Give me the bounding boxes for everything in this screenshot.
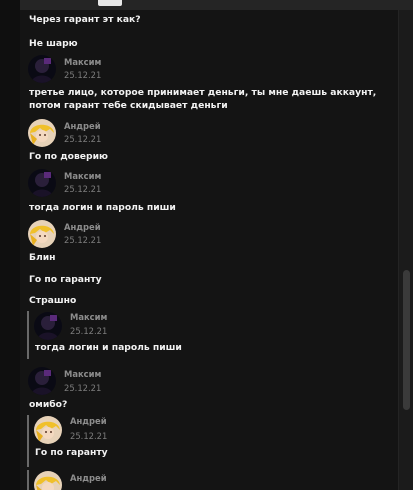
message-date: 25.12.21 bbox=[64, 235, 102, 245]
quote-avatar[interactable] bbox=[34, 471, 62, 490]
anime-blonde-avatar-icon bbox=[28, 220, 56, 248]
message-text: Го по гаранту bbox=[29, 274, 102, 285]
message-text: Не шарю bbox=[29, 38, 78, 49]
message-author[interactable]: Максим bbox=[64, 369, 101, 379]
message-text: тогда логин и пароль пиши bbox=[29, 202, 176, 213]
message-author[interactable]: Андрей bbox=[64, 121, 101, 131]
message-date: 25.12.21 bbox=[64, 383, 102, 393]
message-text: омибо? bbox=[29, 399, 68, 410]
dark-figure-avatar-icon bbox=[28, 367, 56, 395]
message-date: 25.12.21 bbox=[64, 184, 102, 194]
message-date: 25.12.21 bbox=[64, 134, 102, 144]
quote-bar bbox=[27, 311, 29, 359]
quote-bar bbox=[27, 415, 29, 467]
top-bar bbox=[20, 0, 413, 10]
anime-blonde-avatar-icon bbox=[34, 416, 62, 444]
quote-avatar[interactable] bbox=[34, 312, 62, 340]
message-text: третье лицо, которое принимает деньги, т… bbox=[29, 87, 377, 111]
quote-text: Го по гаранту bbox=[35, 447, 108, 458]
avatar-andrey[interactable] bbox=[28, 119, 56, 147]
dark-figure-avatar-icon bbox=[34, 312, 62, 340]
quote-author[interactable]: Максим bbox=[70, 312, 107, 322]
avatar-andrey[interactable] bbox=[28, 220, 56, 248]
message-author[interactable]: Андрей bbox=[70, 473, 107, 483]
top-tab[interactable] bbox=[98, 0, 122, 6]
message-text: Блин bbox=[29, 252, 56, 263]
quote-text: тогда логин и пароль пиши bbox=[35, 342, 182, 353]
avatar-maxim[interactable] bbox=[28, 169, 56, 197]
message-text: Через гарант эт как? bbox=[29, 14, 141, 25]
dark-figure-avatar-icon bbox=[28, 169, 56, 197]
message-author[interactable]: Максим bbox=[64, 57, 101, 67]
avatar-maxim[interactable] bbox=[28, 367, 56, 395]
message-author[interactable]: Максим bbox=[64, 171, 101, 181]
quote-author[interactable]: Андрей bbox=[70, 416, 107, 426]
dark-figure-avatar-icon bbox=[28, 55, 56, 83]
scrollbar-track[interactable] bbox=[398, 10, 413, 490]
message-text: Го по доверию bbox=[29, 151, 108, 162]
chat-log: Через гарант эт как? Не шарю Максим 25.1… bbox=[20, 10, 399, 490]
left-strip bbox=[0, 0, 20, 490]
message-author[interactable]: Андрей bbox=[64, 222, 101, 232]
quote-date: 25.12.21 bbox=[70, 326, 108, 336]
anime-blonde-avatar-icon bbox=[34, 471, 62, 490]
quote-avatar[interactable] bbox=[34, 416, 62, 444]
scrollbar-thumb[interactable] bbox=[403, 270, 410, 410]
anime-blonde-avatar-icon bbox=[28, 119, 56, 147]
avatar-maxim[interactable] bbox=[28, 55, 56, 83]
message-date: 25.12.21 bbox=[64, 70, 102, 80]
quote-date: 25.12.21 bbox=[70, 431, 108, 441]
message-text: Страшно bbox=[29, 295, 77, 306]
quote-bar bbox=[27, 470, 29, 490]
